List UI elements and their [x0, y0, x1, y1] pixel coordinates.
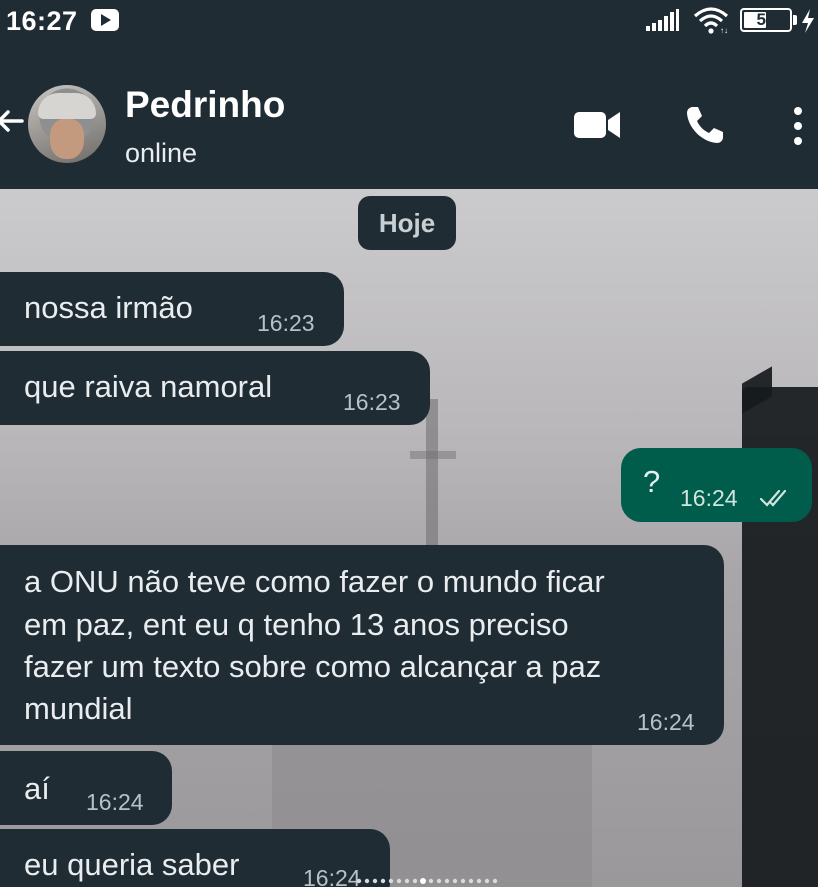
page-dot: [428, 878, 434, 884]
message-text: nossa irmão: [24, 290, 193, 325]
page-dot: [372, 878, 378, 884]
battery-level: 52: [756, 10, 776, 29]
svg-text:↑↓: ↑↓: [720, 26, 728, 34]
message-text: que raiva namoral: [24, 369, 273, 404]
message-text-line: fazer um texto sobre como alcançar a paz: [24, 649, 602, 684]
status-bar: 16:27 ↑↓ 52: [0, 0, 818, 44]
contact-status: online: [125, 138, 198, 168]
carousel-page-indicator: [356, 878, 498, 884]
message-bubble-outgoing[interactable]: ? 16:24: [621, 448, 812, 522]
date-divider: Hoje: [358, 196, 456, 250]
chat-header: Pedrinho online: [0, 44, 818, 189]
read-receipt-icon: [759, 489, 787, 507]
contact-name[interactable]: Pedrinho: [125, 84, 285, 126]
message-text-line: em paz, ent eu q tenho 13 anos preciso: [24, 607, 569, 642]
battery-tip: [793, 15, 797, 25]
message-bubble-incoming[interactable]: que raiva namoral 16:23: [0, 351, 430, 425]
page-dot: [436, 878, 442, 884]
charging-bolt-icon: [802, 9, 814, 33]
page-dot: [484, 878, 490, 884]
message-text-line: a ONU não teve como fazer o mundo ficar: [24, 564, 605, 599]
page-dot: [412, 878, 418, 884]
cell-signal-icon: [646, 9, 679, 31]
wallpaper-tower: [426, 399, 438, 549]
page-dot: [380, 878, 386, 884]
page-dot: [396, 878, 402, 884]
page-dot: [364, 878, 370, 884]
more-options-icon[interactable]: [788, 104, 808, 148]
message-time: 16:24: [680, 485, 738, 511]
voice-call-icon[interactable]: [684, 104, 726, 146]
page-dot: [492, 878, 498, 884]
page-dot: [460, 878, 466, 884]
message-bubble-incoming[interactable]: eu queria saber 16:24: [0, 829, 390, 887]
media-play-icon: [91, 9, 119, 31]
message-bubble-incoming[interactable]: nossa irmão 16:23: [0, 272, 344, 346]
message-text: ?: [643, 464, 661, 499]
page-dot: [356, 878, 362, 884]
message-time: 16:23: [257, 310, 315, 336]
message-time: 16:24: [303, 865, 361, 887]
message-time: 16:23: [343, 389, 401, 415]
page-dot: [404, 878, 410, 884]
message-text: eu queria saber: [24, 847, 240, 882]
status-time: 16:27: [6, 6, 78, 36]
message-text: aí: [24, 771, 50, 806]
page-dot: [468, 878, 474, 884]
battery-icon: 52: [740, 8, 792, 32]
page-dot: [452, 878, 458, 884]
message-text-line: mundial: [24, 691, 133, 726]
message-bubble-incoming[interactable]: aí 16:24: [0, 751, 172, 825]
page-dot: [444, 878, 450, 884]
wallpaper-tower-arm: [410, 451, 456, 459]
wifi-icon: ↑↓: [693, 7, 729, 34]
back-arrow-icon[interactable]: [0, 106, 24, 136]
video-call-icon[interactable]: [572, 108, 622, 142]
page-dot: [388, 878, 394, 884]
page-dot: [476, 878, 482, 884]
message-bubble-incoming[interactable]: a ONU não teve como fazer o mundo ficar …: [0, 545, 724, 745]
contact-avatar[interactable]: [28, 85, 106, 163]
page-dot-active: [420, 878, 426, 884]
message-time: 16:24: [86, 789, 144, 815]
message-time: 16:24: [637, 709, 695, 735]
